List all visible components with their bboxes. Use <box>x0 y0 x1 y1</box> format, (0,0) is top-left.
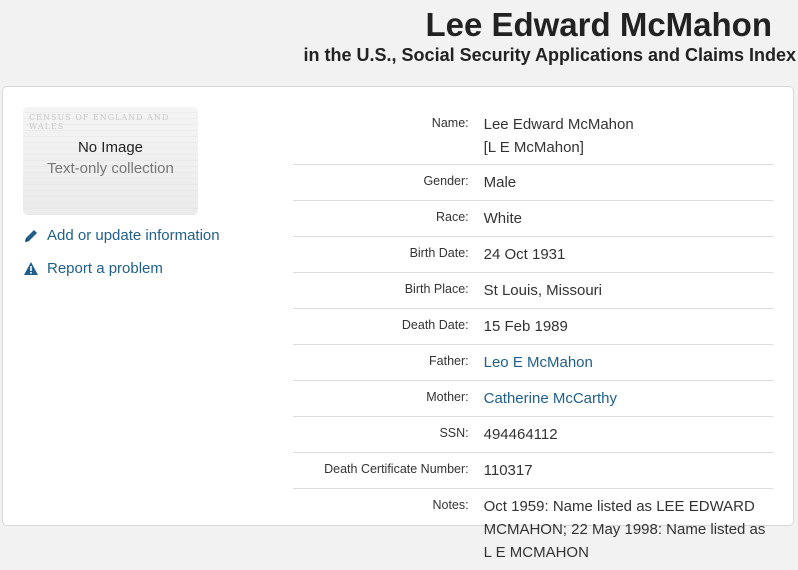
record-row-death-certificate: Death Certificate Number: 110317 <box>293 453 773 489</box>
page-header: Lee Edward McMahon in the U.S., Social S… <box>0 0 798 80</box>
ssn-label: SSN: <box>439 426 469 440</box>
record-card: CENSUS OF ENGLAND AND WALES No Image Tex… <box>2 86 794 561</box>
mother-label: Mother: <box>426 390 469 404</box>
ssn-value: 494464112 <box>483 426 558 443</box>
report-problem-label: Report a problem <box>47 260 163 277</box>
name-label: Name: <box>431 116 469 130</box>
text-only-label: Text-only collection <box>47 160 174 177</box>
page-title: Lee Edward McMahon <box>425 6 772 43</box>
collection-subtitle: in the U.S., Social Security Application… <box>303 45 796 65</box>
record-row-birth-date: Birth Date: 24 Oct 1931 <box>293 237 773 273</box>
record-row-ssn: SSN: 494464112 <box>293 417 773 453</box>
race-value: White <box>483 210 522 227</box>
notes-label: Notes: <box>432 498 469 512</box>
name-primary: Lee Edward McMahon <box>483 116 634 133</box>
death-certificate-value: 110317 <box>483 462 533 479</box>
birth-date-value: 24 Oct 1931 <box>483 246 566 263</box>
record-row-father: Father: Leo E McMahon <box>293 345 773 381</box>
record-row-race: Race: White <box>293 201 773 237</box>
race-label: Race: <box>435 210 469 224</box>
birth-place-value: St Louis, Missouri <box>483 282 602 299</box>
pencil-icon <box>25 229 37 242</box>
add-update-information-link[interactable]: Add or update information <box>23 227 220 244</box>
death-certificate-label: Death Certificate Number: <box>324 462 469 476</box>
death-date-label: Death Date: <box>401 318 469 332</box>
birth-place-label: Birth Place: <box>404 282 469 296</box>
gender-label: Gender: <box>423 174 469 188</box>
record-row-notes: Notes: Oct 1959: Name listed as LEE EDWA… <box>293 489 773 570</box>
record-thumbnail[interactable]: CENSUS OF ENGLAND AND WALES No Image Tex… <box>23 107 198 215</box>
warning-icon <box>24 261 38 275</box>
record-row-death-date: Death Date: 15 Feb 1989 <box>293 309 773 345</box>
record-details: Name: Lee Edward McMahon [L E McMahon] G… <box>293 107 773 570</box>
report-problem-link[interactable]: Report a problem <box>23 260 163 277</box>
record-row-mother: Mother: Catherine McCarthy <box>293 381 773 417</box>
add-update-information-label: Add or update information <box>47 227 220 244</box>
father-link[interactable]: Leo E McMahon <box>484 351 773 374</box>
record-row-name: Name: Lee Edward McMahon [L E McMahon] <box>293 107 773 165</box>
record-row-birth-place: Birth Place: St Louis, Missouri <box>293 273 773 309</box>
name-value: Lee Edward McMahon [L E McMahon] <box>484 113 773 159</box>
death-date-value: 15 Feb 1989 <box>483 318 568 335</box>
father-label: Father: <box>429 354 469 368</box>
record-row-gender: Gender: Male <box>293 165 773 201</box>
name-alternate: [L E McMahon] <box>483 139 584 156</box>
gender-value: Male <box>483 174 517 191</box>
mother-link[interactable]: Catherine McCarthy <box>484 387 773 410</box>
birth-date-label: Birth Date: <box>409 246 469 260</box>
no-image-label: No Image <box>77 139 144 156</box>
notes-value: Oct 1959: Name listed as LEE EDWARD MCMA… <box>483 498 766 561</box>
